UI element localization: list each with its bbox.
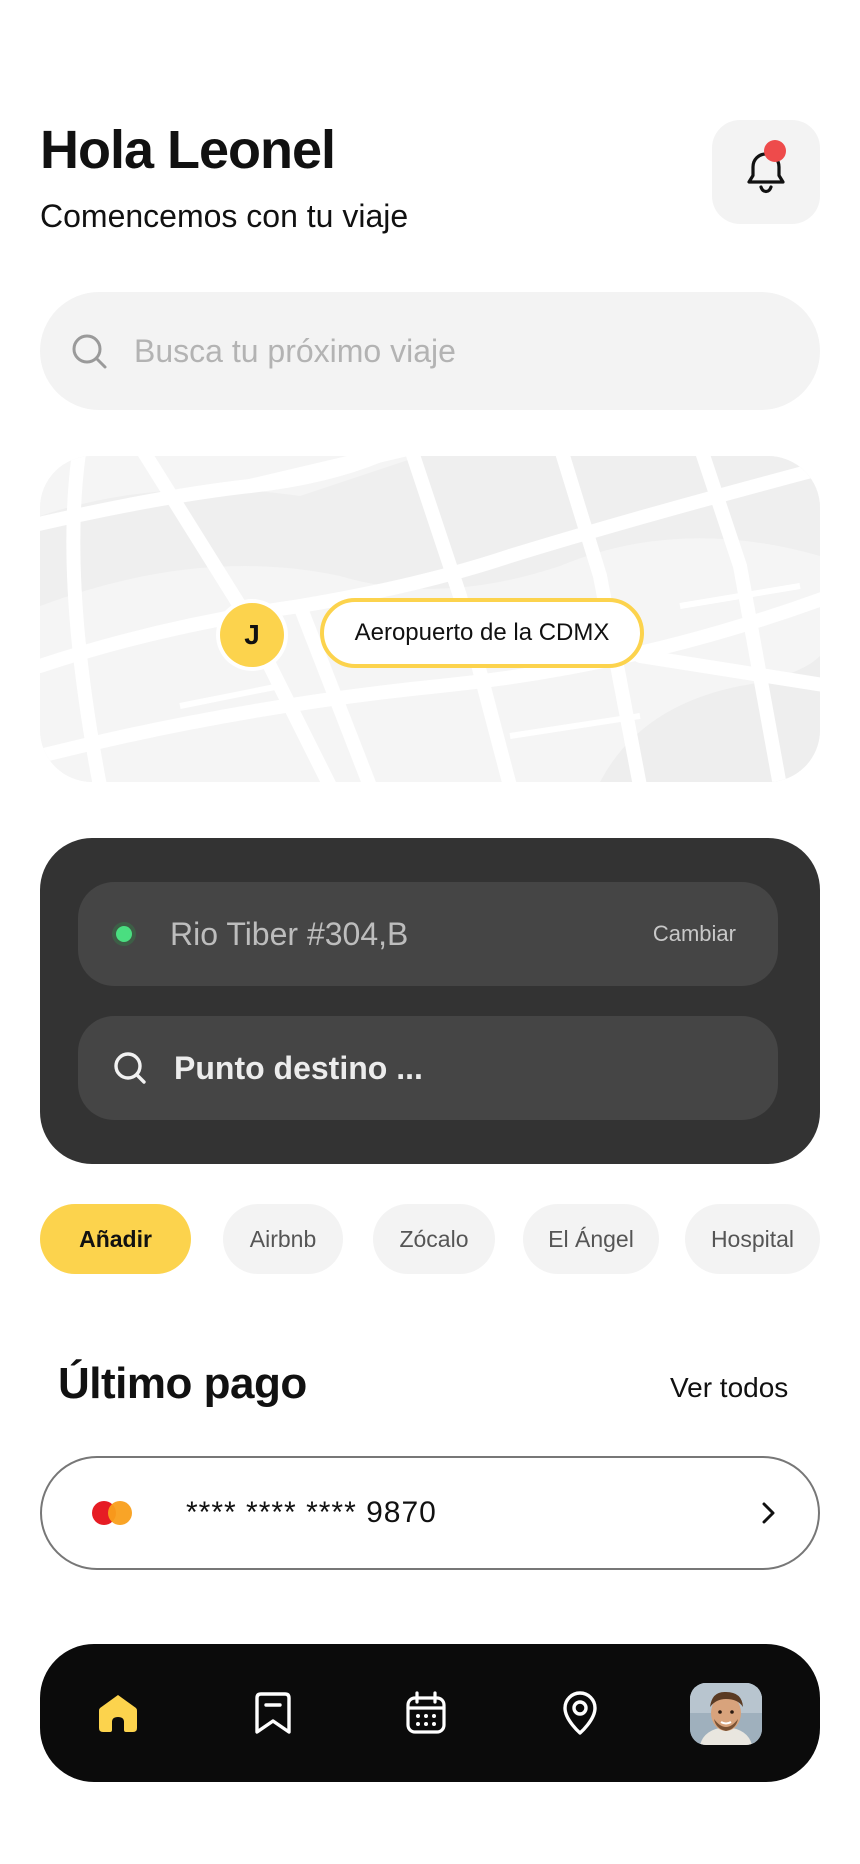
card-number: **** **** **** 9870: [186, 1496, 437, 1529]
chip-el-angel[interactable]: El Ángel: [523, 1204, 659, 1274]
greeting-subtitle: Comencemos con tu viaje: [40, 198, 409, 234]
chip-zocalo[interactable]: Zócalo: [373, 1204, 495, 1274]
search-bar[interactable]: [40, 292, 820, 410]
change-origin-button[interactable]: Cambiar: [653, 921, 736, 947]
search-input[interactable]: [132, 331, 756, 371]
search-icon: [72, 334, 107, 369]
avatar-photo: [690, 1683, 762, 1745]
profile-avatar[interactable]: [690, 1683, 762, 1745]
nav-location[interactable]: [550, 1683, 610, 1743]
home-icon: [99, 1695, 137, 1732]
nav-bookmarks[interactable]: [243, 1683, 303, 1743]
location-pin-icon: [563, 1691, 597, 1735]
driver-marker[interactable]: J: [220, 603, 284, 667]
notifications-button[interactable]: [712, 120, 820, 224]
payment-card[interactable]: **** **** **** 9870: [40, 1456, 820, 1570]
chip-airbnb[interactable]: Airbnb: [223, 1204, 343, 1274]
see-all-link[interactable]: Ver todos: [670, 1372, 788, 1404]
destination-field[interactable]: Punto destino ...: [78, 1016, 778, 1120]
chip-hospital[interactable]: Hospital: [685, 1204, 820, 1274]
mastercard-icon: [92, 1501, 132, 1525]
origin-address: Rio Tiber #304,B: [170, 915, 409, 952]
nav-calendar[interactable]: [396, 1683, 456, 1743]
chevron-right-icon: [762, 1502, 775, 1524]
destination-tag[interactable]: Aeropuerto de la CDMX: [320, 598, 644, 668]
origin-dot-icon: [116, 926, 132, 942]
destination-placeholder: Punto destino ...: [174, 1049, 423, 1086]
greeting-title: Hola Leonel: [40, 120, 336, 180]
chip-add[interactable]: Añadir: [40, 1204, 191, 1274]
search-icon: [114, 1052, 146, 1084]
notification-badge: [764, 140, 786, 162]
origin-field[interactable]: Rio Tiber #304,B Cambiar: [78, 882, 778, 986]
nav-home[interactable]: [88, 1683, 148, 1743]
calendar-icon: [406, 1691, 446, 1734]
bookmark-icon: [255, 1692, 291, 1734]
last-payment-title: Último pago: [58, 1359, 307, 1408]
